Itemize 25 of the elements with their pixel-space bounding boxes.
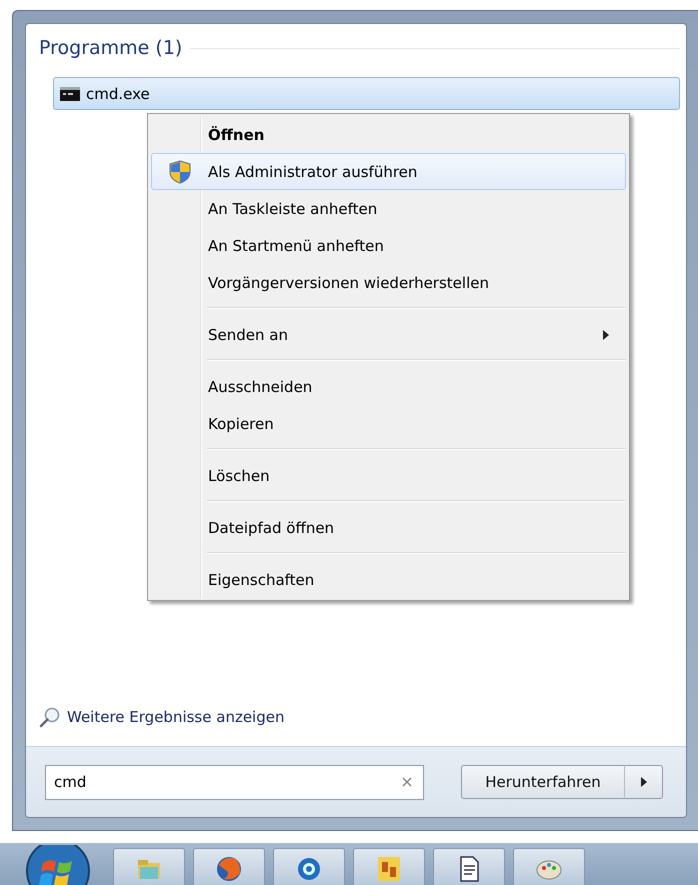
shield-icon: [169, 160, 191, 184]
start-button[interactable]: [25, 845, 91, 885]
triangle-right-icon: [640, 777, 646, 787]
menu-item[interactable]: An Taskleiste anheften: [151, 190, 626, 227]
menu-item[interactable]: Ausschneiden: [151, 368, 626, 405]
more-results-link[interactable]: Weitere Ergebnisse anzeigen: [39, 706, 680, 746]
search-icon: [39, 706, 61, 728]
clear-icon[interactable]: [402, 776, 412, 786]
section-title: Programme (1): [39, 37, 182, 59]
result-item[interactable]: cmd.exe: [53, 77, 680, 110]
search-field[interactable]: cmd: [45, 764, 424, 800]
shutdown-button[interactable]: Herunterfahren: [461, 765, 625, 799]
console-icon: [60, 86, 80, 100]
menu-item[interactable]: Eigenschaften: [151, 561, 626, 598]
submenu-arrow-icon: [603, 330, 609, 340]
menu-item[interactable]: Vorgängerversionen wiederherstellen: [151, 264, 626, 301]
menu-item[interactable]: Löschen: [151, 457, 626, 494]
menu-item[interactable]: Senden an: [151, 316, 626, 353]
menu-item[interactable]: Dateipfad öffnen: [151, 509, 626, 546]
menu-item[interactable]: Öffnen: [151, 116, 626, 153]
menu-item[interactable]: Als Administrator ausführen: [151, 153, 626, 190]
menu-item[interactable]: Kopieren: [151, 405, 626, 442]
menu-item[interactable]: An Startmenü anheften: [151, 227, 626, 264]
taskbar-button[interactable]: [433, 848, 505, 885]
options-arrow-button[interactable]: [625, 765, 663, 799]
